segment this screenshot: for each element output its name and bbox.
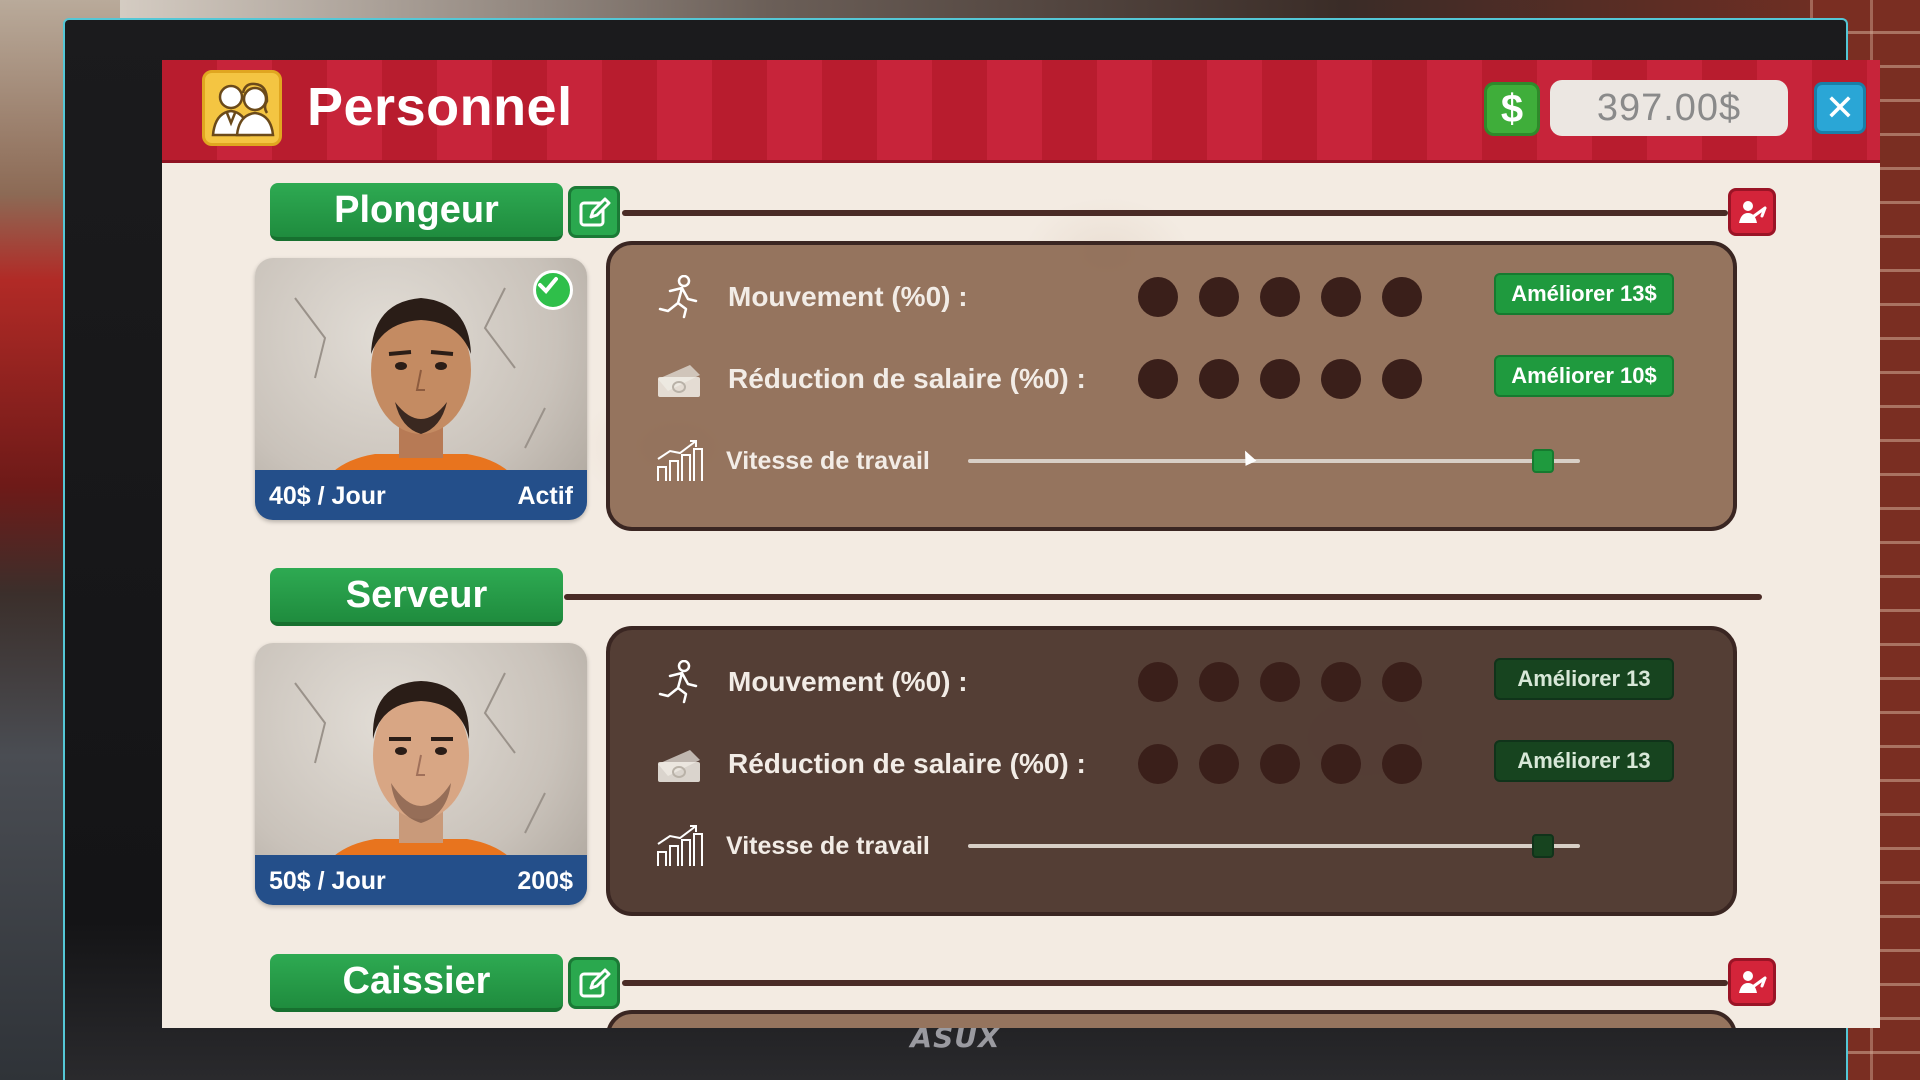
slider-thumb[interactable] bbox=[1532, 834, 1555, 858]
stats-panel-plongeur: Mouvement (%0) : Améliorer 13$ Réduction… bbox=[606, 241, 1737, 531]
level-dot bbox=[1260, 662, 1300, 702]
chart-icon bbox=[657, 825, 703, 866]
section-divider bbox=[622, 980, 1728, 986]
level-dot bbox=[1382, 359, 1422, 399]
upgrade-salary-button[interactable]: Améliorer 10$ bbox=[1494, 355, 1674, 397]
dismiss-worker-icon bbox=[1739, 971, 1767, 993]
page-title: Personnel bbox=[307, 77, 573, 137]
stat-row-work-speed: Vitesse de travail bbox=[610, 431, 1733, 491]
stat-row-salary-reduction: Réduction de salaire (%0) : Améliorer 13 bbox=[610, 734, 1733, 794]
edit-icon bbox=[579, 968, 611, 998]
monitor: ASUX Personnel $ 397.00$ ✕ Plongeur 40$ … bbox=[63, 18, 1880, 1080]
role-title-serveur: Serveur bbox=[270, 568, 563, 626]
work-speed-slider[interactable] bbox=[968, 834, 1580, 858]
upgrade-movement-button[interactable]: Améliorer 13 bbox=[1494, 658, 1674, 700]
staff-people-icon bbox=[202, 70, 282, 146]
active-check-icon bbox=[533, 270, 573, 310]
stat-label: Réduction de salaire (%0) : bbox=[728, 363, 1086, 394]
level-dot bbox=[1138, 744, 1178, 784]
card-footer: 40$ / Jour Actif bbox=[255, 470, 587, 520]
card-footer: 50$ / Jour 200$ bbox=[255, 855, 587, 905]
level-dots bbox=[1138, 662, 1422, 702]
worker-card-plongeur[interactable]: 40$ / Jour Actif bbox=[255, 258, 587, 520]
work-speed-label: Vitesse de travail bbox=[726, 832, 930, 860]
dollar-icon: $ bbox=[1484, 82, 1540, 136]
level-dot bbox=[1260, 277, 1300, 317]
level-dot bbox=[1138, 359, 1178, 399]
worker-status: Actif bbox=[517, 482, 573, 510]
level-dot bbox=[1138, 277, 1178, 317]
stat-row-movement: Mouvement (%0) : Améliorer 13$ bbox=[610, 267, 1733, 327]
edit-icon bbox=[579, 197, 611, 227]
edit-button-caissier[interactable] bbox=[568, 957, 620, 1009]
stat-label: Mouvement (%0) : bbox=[728, 281, 968, 312]
stat-label: Mouvement (%0) : bbox=[728, 666, 968, 697]
role-title-plongeur: Plongeur bbox=[270, 183, 563, 241]
running-icon bbox=[658, 660, 698, 704]
stat-label: Réduction de salaire (%0) : bbox=[728, 748, 1086, 779]
money-icon bbox=[658, 365, 700, 397]
money-icon bbox=[658, 750, 700, 782]
level-dot bbox=[1260, 359, 1300, 399]
chart-icon bbox=[657, 440, 703, 481]
level-dot bbox=[1321, 744, 1361, 784]
work-speed-label: Vitesse de travail bbox=[726, 447, 930, 475]
level-dot bbox=[1199, 662, 1239, 702]
level-dots bbox=[1138, 277, 1422, 317]
fire-button-plongeur[interactable] bbox=[1728, 188, 1776, 236]
section-divider bbox=[622, 210, 1728, 216]
dismiss-worker-icon bbox=[1739, 201, 1767, 223]
worker-card-serveur[interactable]: 50$ / Jour 200$ bbox=[255, 643, 587, 905]
level-dot bbox=[1138, 662, 1178, 702]
level-dot bbox=[1260, 744, 1300, 784]
window-header: Personnel $ 397.00$ ✕ bbox=[162, 60, 1880, 160]
level-dot bbox=[1321, 662, 1361, 702]
level-dot bbox=[1382, 277, 1422, 317]
daily-salary: 50$ / Jour bbox=[269, 867, 386, 895]
level-dots bbox=[1138, 744, 1422, 784]
running-icon bbox=[658, 275, 698, 319]
hire-cost: 200$ bbox=[517, 867, 573, 895]
stat-row-salary-reduction: Réduction de salaire (%0) : Améliorer 10… bbox=[610, 349, 1733, 409]
level-dot bbox=[1199, 277, 1239, 317]
upgrade-salary-button[interactable]: Améliorer 13 bbox=[1494, 740, 1674, 782]
level-dot bbox=[1382, 662, 1422, 702]
level-dot bbox=[1382, 744, 1422, 784]
role-title-caissier: Caissier bbox=[270, 954, 563, 1012]
money-display: 397.00$ bbox=[1550, 80, 1788, 136]
level-dots bbox=[1138, 359, 1422, 399]
slider-thumb[interactable] bbox=[1532, 449, 1555, 473]
daily-salary: 40$ / Jour bbox=[269, 482, 386, 510]
stat-row-movement: Mouvement (%0) : Améliorer 13 bbox=[610, 652, 1733, 712]
section-divider bbox=[564, 594, 1762, 600]
upgrade-movement-button[interactable]: Améliorer 13$ bbox=[1494, 273, 1674, 315]
stat-row-work-speed: Vitesse de travail bbox=[610, 816, 1733, 876]
level-dot bbox=[1321, 359, 1361, 399]
stats-panel-caissier bbox=[606, 1010, 1737, 1028]
fire-button-caissier[interactable] bbox=[1728, 958, 1776, 1006]
staff-screen: Personnel $ 397.00$ ✕ Plongeur 40$ / Jou… bbox=[162, 60, 1880, 1028]
work-speed-slider[interactable] bbox=[968, 449, 1580, 473]
level-dot bbox=[1199, 744, 1239, 784]
close-button[interactable]: ✕ bbox=[1814, 82, 1866, 134]
edit-button-plongeur[interactable] bbox=[568, 186, 620, 238]
level-dot bbox=[1199, 359, 1239, 399]
level-dot bbox=[1321, 277, 1361, 317]
stats-panel-serveur: Mouvement (%0) : Améliorer 13 Réduction … bbox=[606, 626, 1737, 916]
